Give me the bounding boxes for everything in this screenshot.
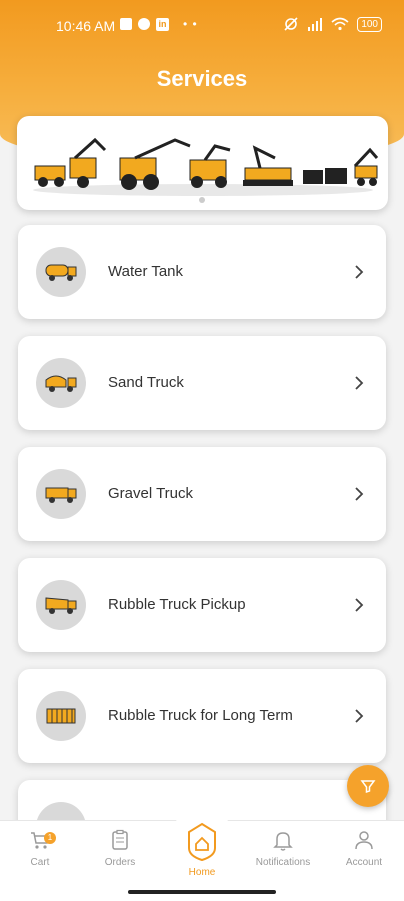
- filter-icon: [360, 780, 376, 794]
- gravel-truck-icon: [36, 469, 86, 519]
- nav-cart-label: Cart: [30, 857, 50, 868]
- service-label: Gravel Truck: [108, 485, 194, 502]
- water-tank-truck-icon: [36, 247, 86, 297]
- construction-machinery-image: [33, 137, 379, 196]
- chevron-right-icon: [355, 265, 364, 279]
- nav-cart[interactable]: 1 Cart: [0, 828, 80, 868]
- service-item-gravel-truck[interactable]: Gravel Truck: [18, 447, 386, 541]
- page-title: Services: [156, 66, 248, 91]
- battery-indicator: 100: [357, 16, 382, 32]
- sand-truck-icon: [36, 358, 86, 408]
- no-alarm-icon: [284, 17, 298, 31]
- carousel-dot: [199, 197, 205, 203]
- nav-notifications[interactable]: Notifications: [243, 828, 323, 868]
- bell-icon: [273, 832, 293, 851]
- notification-icon: [120, 18, 132, 30]
- chevron-right-icon: [355, 598, 364, 612]
- rubble-truck-icon: [36, 580, 86, 630]
- status-time: 10:46 AM: [56, 18, 116, 34]
- chevron-right-icon: [355, 709, 364, 723]
- service-item-rubble-truck-pickup[interactable]: Rubble Truck Pickup: [18, 558, 386, 652]
- nav-orders-label: Orders: [104, 857, 136, 868]
- service-label: Water Tank: [108, 263, 184, 280]
- nav-account-label: Account: [345, 857, 383, 868]
- chevron-right-icon: [355, 487, 364, 501]
- linkedin-icon: in: [156, 17, 169, 31]
- service-item-rubble-truck-long-term[interactable]: Rubble Truck for Long Term: [18, 669, 386, 763]
- service-item-sand-truck[interactable]: Sand Truck: [18, 336, 386, 430]
- signal-icon: [308, 18, 323, 31]
- app-notification-icon: [138, 18, 150, 30]
- carousel-indicator: [199, 197, 205, 203]
- service-label: Rubble Truck Pickup: [108, 596, 246, 613]
- banner-carousel[interactable]: [17, 116, 388, 210]
- nav-home[interactable]: Home: [162, 822, 242, 878]
- container-icon: [36, 691, 86, 741]
- cart-badge: 1: [44, 832, 56, 844]
- nav-account[interactable]: Account: [324, 828, 404, 868]
- home-icon: [188, 822, 216, 862]
- orders-icon: [112, 829, 128, 850]
- filter-button[interactable]: [347, 765, 389, 807]
- account-icon: [355, 831, 373, 850]
- more-notifications-icon: • •: [183, 17, 198, 31]
- service-label: Rubble Truck for Long Term: [108, 707, 293, 724]
- nav-notifications-label: Notifications: [255, 857, 311, 868]
- nav-orders[interactable]: Orders: [80, 828, 160, 868]
- wifi-icon: [331, 17, 349, 31]
- nav-home-label: Home: [188, 867, 216, 878]
- system-home-indicator: [128, 890, 276, 894]
- status-bar: 10:46 AM in • • 100: [0, 0, 404, 40]
- chevron-right-icon: [355, 376, 364, 390]
- service-item-water-tank[interactable]: Water Tank: [18, 225, 386, 319]
- service-label: Sand Truck: [108, 374, 184, 391]
